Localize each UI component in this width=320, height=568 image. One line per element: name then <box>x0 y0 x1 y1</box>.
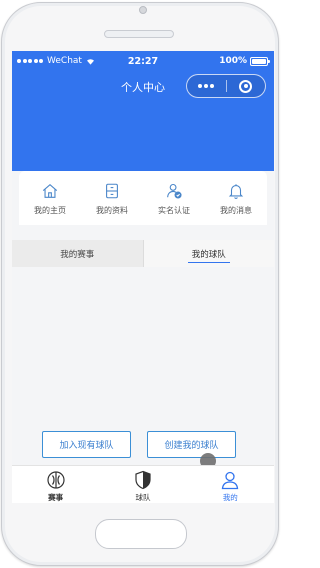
header-background: WeChat 22:27 100% 个人中心 <box>12 51 274 171</box>
user-icon <box>222 471 239 490</box>
tab-my-events[interactable]: 我的赛事 <box>12 240 143 267</box>
tabbar-label-mine: 我的 <box>222 493 238 502</box>
miniprogram-capsule <box>186 74 266 98</box>
phone-device: WeChat 22:27 100% 个人中心 我的主页 我的资料 实名认证 我的… <box>0 0 280 568</box>
more-button[interactable] <box>187 75 226 97</box>
menu-label-profile: 我的资料 <box>96 206 128 215</box>
profile-menu-card: 我的主页 我的资料 实名认证 我的消息 <box>19 171 267 225</box>
menu-item-profile[interactable]: 我的资料 <box>81 171 143 225</box>
menu-item-messages[interactable]: 我的消息 <box>205 171 267 225</box>
ball-icon <box>47 471 65 489</box>
target-icon <box>239 79 253 93</box>
home-icon <box>42 183 58 198</box>
battery-icon <box>250 56 270 66</box>
battery-status: 100% <box>219 56 270 66</box>
menu-label-messages: 我的消息 <box>220 206 252 215</box>
content-tabs: 我的赛事 我的球队 <box>12 240 274 267</box>
verify-icon <box>167 183 182 199</box>
bottom-tab-bar: 赛事 球队 我的 <box>12 465 274 503</box>
battery-percent: 100% <box>219 56 247 66</box>
earpiece-speaker <box>104 30 174 38</box>
close-miniprogram-button[interactable] <box>227 75 266 97</box>
tabbar-label-events: 赛事 <box>48 493 64 502</box>
front-camera <box>139 6 147 14</box>
more-dots-icon <box>198 84 215 88</box>
bell-icon <box>228 184 244 199</box>
tabbar-item-events[interactable]: 赛事 <box>12 466 99 503</box>
create-team-button[interactable]: 创建我的球队 <box>147 431 236 458</box>
status-bar: WeChat 22:27 100% <box>12 51 274 73</box>
join-team-button[interactable]: 加入现有球队 <box>42 431 131 458</box>
home-button[interactable] <box>95 519 187 549</box>
profile-icon <box>106 183 118 199</box>
tab-my-teams[interactable]: 我的球队 <box>142 240 274 267</box>
tabbar-item-mine[interactable]: 我的 <box>187 466 274 503</box>
menu-item-verify[interactable]: 实名认证 <box>143 171 205 225</box>
menu-label-home: 我的主页 <box>34 206 66 215</box>
shield-icon <box>135 470 151 490</box>
menu-item-home[interactable]: 我的主页 <box>19 171 81 225</box>
menu-label-verify: 实名认证 <box>158 206 190 215</box>
app-screen: WeChat 22:27 100% 个人中心 我的主页 我的资料 实名认证 我的… <box>12 51 274 503</box>
tabbar-item-teams[interactable]: 球队 <box>99 466 186 503</box>
tabbar-label-teams: 球队 <box>135 493 151 502</box>
